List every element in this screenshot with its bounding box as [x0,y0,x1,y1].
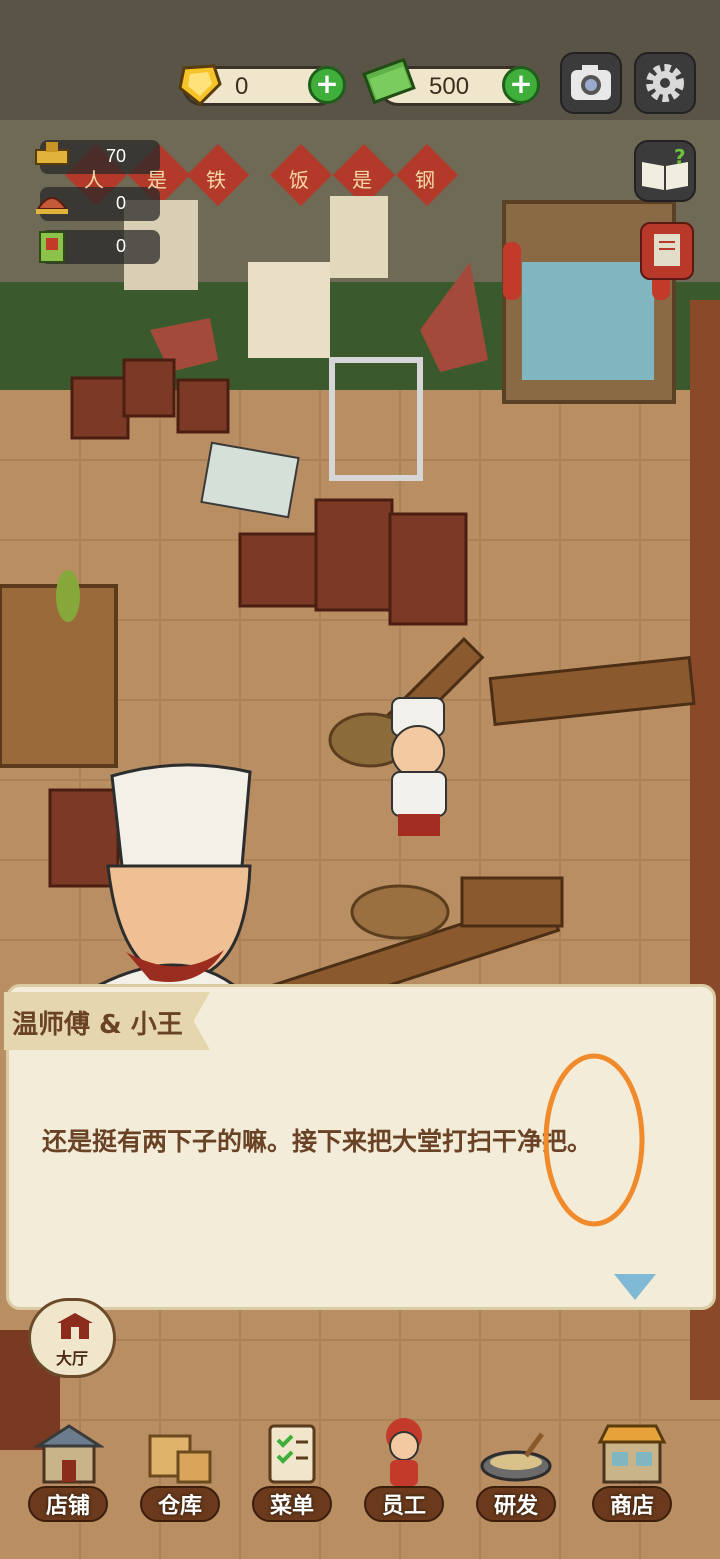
nav-staff[interactable]: 员工 [360,1412,448,1522]
banner-char: 钢 [415,168,435,192]
nav-label: 研发 [493,1494,538,1519]
hall-button[interactable]: 大厅 [28,1298,116,1378]
banner-char: 是 [147,168,167,192]
banner-char: 是 [352,168,372,192]
store-icon [597,1424,667,1484]
svg-text:?: ? [674,145,686,169]
banner-char: 人 [84,168,104,192]
reputation-icon [35,142,69,165]
notebook-icon [654,234,680,266]
nav-label: 员工 [381,1494,426,1519]
annotation-circle [543,1053,645,1227]
dishes-value: 0 [115,193,126,213]
speaker-tag: 温师傅 & 小王 [4,992,210,1050]
dish-cover-icon [36,197,68,214]
nav-label: 店铺 [45,1494,90,1519]
shop-icon [34,1424,104,1484]
nav-shop[interactable]: 店铺 [24,1412,112,1522]
nav-label: 仓库 [157,1494,202,1519]
banner-char: 铁 [206,168,226,192]
recipes-stat: 0 [39,230,160,264]
dialog-text: 还是挺有两下子的嘛。接下来把大堂打扫干净把。 [42,1127,593,1156]
help-book-button[interactable]: ? [634,140,696,202]
staff-icon [386,1418,422,1486]
warehouse-icon [148,1434,212,1484]
continue-arrow-icon[interactable] [614,1274,656,1300]
hall-label: 大厅 [55,1349,88,1368]
cash-count: 500 [429,73,470,100]
book-help-icon: ? [642,145,688,190]
cash-icon [362,56,418,108]
banner-char: 饭 [289,168,309,192]
nav-menu[interactable]: 菜单 [248,1412,336,1522]
nav-label: 商店 [609,1494,654,1519]
notebook-button[interactable] [640,222,694,280]
research-icon [480,1432,552,1482]
recipe-book-icon [39,231,65,263]
add-cash-button[interactable]: + [502,66,540,104]
settings-button[interactable] [634,52,696,114]
hall-icon [57,1313,93,1339]
gear-icon [646,64,684,102]
gem-count: 0 [235,73,249,100]
camera-button[interactable] [560,52,622,114]
recipes-value: 0 [115,236,126,256]
nav-research[interactable]: 研发 [472,1412,560,1522]
nav-warehouse[interactable]: 仓库 [136,1412,224,1522]
gem-icon [174,58,224,108]
camera-icon [571,65,611,100]
nav-store[interactable]: 商店 [588,1412,676,1522]
nav-label: 菜单 [269,1494,314,1519]
menu-icon [268,1424,316,1484]
speaker-name: 温师傅 & 小王 [12,1010,183,1040]
reputation-value: 70 [105,146,126,166]
add-gems-button[interactable]: + [308,66,346,104]
